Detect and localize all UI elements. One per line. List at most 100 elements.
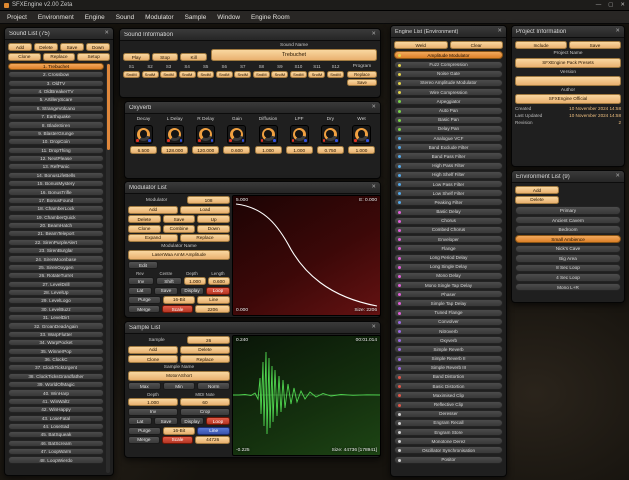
engine-list-item[interactable]: Basic Delay [394,207,503,216]
close-icon[interactable]: ✕ [497,28,502,35]
sound-list-item[interactable]: 31. LevelDirt [8,314,104,322]
sound-list-item[interactable]: 33. WarpFlutter [8,330,104,338]
sound-list-item[interactable]: 42. WinHappy [8,406,104,414]
menu-item[interactable]: Environment [38,14,74,21]
sound-list-item[interactable]: 46. BatScream [8,439,104,447]
engine-list-item[interactable]: Band Distortion [394,372,503,381]
slot-sndm-button[interactable]: SndM [178,70,196,78]
close-icon[interactable]: ✕ [371,184,376,191]
modulator-button[interactable]: Clone [128,224,161,233]
environment-list-item[interactable]: Ancient Cavern [515,215,621,225]
engine-list-item[interactable]: Basic Pan [394,115,503,124]
sound-list-item[interactable]: 4. OldBreakerTV [8,87,104,96]
project-name-field[interactable]: SFXEngine Pack Presets [515,57,621,68]
sample-level-button[interactable]: Norm [197,382,231,391]
environment-list-item[interactable]: Bedroom [515,225,621,234]
knob-value[interactable]: 0.750 [316,146,344,154]
modulator-edit-button[interactable]: Purge [128,295,161,304]
slot-sndm-button[interactable]: SndM [197,70,215,78]
sound-list-button[interactable]: Down [86,43,110,52]
sample-level-button[interactable]: Max [128,382,161,391]
engine-list-item[interactable]: Low Pass Filter [394,180,503,189]
engine-list-item[interactable]: Simple Reverb [394,345,503,354]
menu-item[interactable]: Sample [185,14,207,21]
modulator-edit-button[interactable]: Save [154,286,178,295]
menu-item[interactable]: Modulator [145,14,173,21]
sound-list-item[interactable]: 13. RefPanic [8,163,104,171]
version-field[interactable] [515,75,621,86]
slot-sndm-button[interactable]: SndM [215,70,233,78]
knob-control[interactable] [196,124,216,144]
shift-button[interactable]: Shift [156,277,182,286]
sound-list-button[interactable]: Setup [77,52,111,61]
engine-list-button[interactable]: Clear [449,41,503,50]
slot-sndm-button[interactable]: SndM [123,70,140,78]
sample-button[interactable]: Replace [180,355,230,364]
close-icon[interactable]: ✕ [371,31,376,38]
sample-depth-value[interactable]: 1.000 [128,398,178,407]
sample-waveform-display[interactable]: 0.240 00:01.014 -0.225 Size: 44736 [1789… [232,335,381,456]
environment-list-item[interactable]: 8 Sec Loop [515,263,621,273]
engine-list-item[interactable]: Combed Chorus [394,225,503,234]
sound-list-item[interactable]: 45. BatSqueak [8,431,104,439]
sample-edit-button[interactable]: Scale [161,435,194,444]
engine-list-item[interactable]: Basic Distortion [394,382,503,391]
environment-list-item[interactable]: 4 Sec Loop [515,273,621,282]
engine-list-item[interactable]: Reflective Clip [394,400,503,409]
knob-control[interactable] [165,124,185,144]
sound-list-item[interactable]: 2. Crossbow [8,71,104,79]
sound-list-item[interactable]: 37. ClockTickUrgent [8,364,104,372]
engine-list-item[interactable]: Engram Recall [394,418,503,427]
sound-list-item[interactable]: 32. GroanDeadAgain [8,322,104,330]
close-icon[interactable]: ✕ [104,30,109,37]
sound-list-item[interactable]: 22. SirenPurpleAlert [8,238,104,246]
slot-sndm-button[interactable]: SndM [234,70,252,78]
engine-list-item[interactable]: Simple Tap Delay [394,299,503,308]
sound-list-button[interactable]: Add [8,43,32,52]
engine-list-item[interactable]: Wire Compression [394,88,503,97]
modulator-edit-button[interactable]: 16-Bit [162,295,196,304]
environment-list-item[interactable]: Small Ambience [515,235,621,244]
engine-list-item[interactable]: Maximised Clip [394,391,503,400]
engine-list-item[interactable]: Phaser [394,290,503,299]
sound-list-item[interactable]: 15. BonusMystery [8,180,104,188]
modulator-edit-button[interactable]: Edit [128,261,158,270]
modulator-edit-button[interactable]: Display [180,286,204,295]
sound-list-item[interactable]: 12. NextPlease [8,154,104,163]
slot-sndm-button[interactable]: SndM [271,70,289,78]
modulator-edit-button[interactable]: Loop [206,286,230,295]
close-icon[interactable]: ✕ [615,28,620,35]
sample-edit-button[interactable]: 16-Bit [162,426,196,435]
engine-list-item[interactable]: Low Shelf Filter [394,189,503,198]
sound-list-item[interactable]: 47. LoopWarm [8,448,104,456]
sample-name-field[interactable]: MotorAShort [128,370,230,381]
slot-sndm-button[interactable]: SndM [308,70,326,78]
knob-value[interactable]: 1.000 [347,146,375,154]
sample-edit-button[interactable]: Inv [128,407,178,416]
sample-level-button[interactable]: Min [162,382,196,391]
environment-list-item[interactable]: Big Area [515,254,621,263]
environment-list-item[interactable]: Primary [515,206,621,215]
environment-list-item[interactable]: Nick's Cave [515,244,621,253]
menu-item[interactable]: Window [217,14,240,21]
sound-list-item[interactable]: 21. BeamTeleport [8,230,104,238]
engine-list-item[interactable]: Nitroverb [394,327,503,336]
engine-list-item[interactable]: Positor [394,455,503,464]
modulator-edit-button[interactable]: Scale [161,305,194,314]
modulator-button[interactable]: Save [162,215,196,224]
knob-control[interactable] [289,124,309,144]
modulator-button[interactable]: Combine [162,224,196,233]
minimize-icon[interactable]: — [596,2,602,8]
modulator-edit-button[interactable]: Lat [128,286,152,295]
sound-list-item[interactable]: 10. DropCoin [8,138,104,146]
menu-item[interactable]: Engine [85,14,105,21]
sound-list-item[interactable]: 48. LoopWierdo [8,456,104,464]
sample-edit-button[interactable]: Lat [128,417,152,426]
sound-list-item[interactable]: 7. Earthquake [8,113,104,121]
sound-list-item[interactable]: 18. ChamberLock [8,205,104,213]
engine-list-item[interactable]: Flange [394,244,503,253]
close-icon[interactable]: ✕ [371,104,376,111]
sound-list-item[interactable]: 30. LevelBuzz [8,305,104,313]
slot-sndm-button[interactable]: SndM [160,70,178,78]
engine-list-button[interactable]: Weld [394,41,448,50]
